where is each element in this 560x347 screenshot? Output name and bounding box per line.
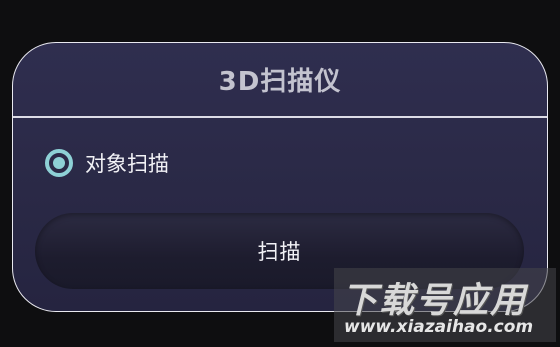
watermark: 下载号应用 www.xiazaihao.com bbox=[334, 268, 556, 342]
scan-button-label: 扫描 bbox=[257, 240, 302, 264]
title-divider bbox=[13, 116, 547, 118]
object-scan-label: 对象扫描 bbox=[85, 152, 169, 176]
radio-dot bbox=[53, 157, 65, 169]
watermark-url: www.xiazaihao.com bbox=[344, 317, 534, 337]
watermark-brand: 下载号应用 bbox=[342, 281, 528, 321]
dialog-title: 3D扫描仪 bbox=[218, 67, 342, 97]
object-scan-option[interactable]: 对象扫描 bbox=[45, 148, 169, 178]
screen: 3D扫描仪 对象扫描 扫描 下载号应用 www.xiazaihao.com bbox=[0, 0, 560, 347]
radio-selected-icon[interactable] bbox=[45, 149, 73, 177]
